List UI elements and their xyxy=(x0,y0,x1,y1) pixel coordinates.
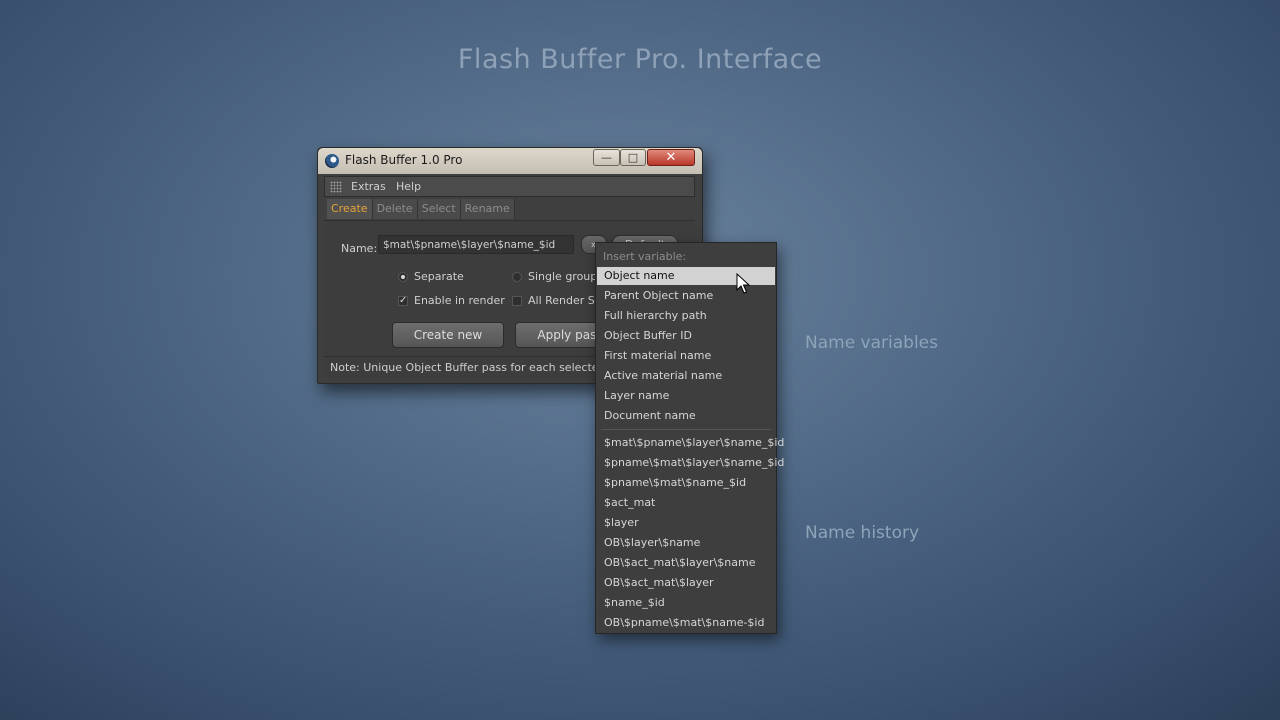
maximize-button[interactable]: □ xyxy=(620,149,646,166)
mouse-pointer-icon xyxy=(736,273,750,294)
separate-label: Separate xyxy=(414,270,464,283)
option-single-group[interactable]: Single group xyxy=(512,270,597,283)
single-group-radio[interactable] xyxy=(512,271,522,282)
cinema4d-logo-icon xyxy=(325,154,339,168)
close-button[interactable]: ✕ xyxy=(647,149,695,166)
menu-separator xyxy=(601,429,771,430)
page-headline: Flash Buffer Pro. Interface xyxy=(457,44,823,75)
single-group-label: Single group xyxy=(528,270,598,283)
tab-create[interactable]: Create xyxy=(327,199,373,219)
enable-in-render-label: Enable in render xyxy=(414,294,505,307)
history-item[interactable]: $mat\$pname\$layer\$name_$id xyxy=(597,434,784,452)
menu-item-layer-name[interactable]: Layer name xyxy=(597,387,775,405)
label-name-history: Name history xyxy=(805,523,920,543)
menu-help[interactable]: Help xyxy=(396,180,421,193)
menu-item-full-hierarchy-path[interactable]: Full hierarchy path xyxy=(597,307,775,325)
option-enable-in-render[interactable]: ✓ Enable in render xyxy=(398,294,505,307)
window-titlebar[interactable]: Flash Buffer 1.0 Pro — □ ✕ xyxy=(318,148,702,174)
menu-item-active-material-name[interactable]: Active material name xyxy=(597,367,775,385)
tab-select[interactable]: Select xyxy=(417,199,461,219)
menu-item-document-name[interactable]: Document name xyxy=(597,407,775,425)
window-title: Flash Buffer 1.0 Pro xyxy=(345,153,463,167)
menu-header: Insert variable: xyxy=(603,250,687,263)
menu-extras[interactable]: Extras xyxy=(351,180,386,193)
history-item[interactable]: OB\$layer\$name xyxy=(597,534,775,552)
history-item[interactable]: OB\$act_mat\$layer\$name xyxy=(597,554,775,572)
grip-icon[interactable] xyxy=(330,181,342,193)
menu-item-object-buffer-id[interactable]: Object Buffer ID xyxy=(597,327,775,345)
enable-in-render-checkbox[interactable]: ✓ xyxy=(398,295,408,306)
create-new-button[interactable]: Create new xyxy=(392,322,504,348)
option-separate[interactable]: Separate xyxy=(398,270,464,283)
menu-bar: Extras Help xyxy=(324,176,695,197)
tab-bar: Create Delete Select Rename xyxy=(327,199,515,219)
history-item[interactable]: $layer xyxy=(597,514,775,532)
menu-item-first-material-name[interactable]: First material name xyxy=(597,347,775,365)
label-name-variables: Name variables xyxy=(805,333,938,353)
history-item[interactable]: $act_mat xyxy=(597,494,775,512)
minimize-button[interactable]: — xyxy=(593,149,620,166)
name-input[interactable] xyxy=(378,235,574,254)
history-item[interactable]: OB\$act_mat\$layer xyxy=(597,574,775,592)
tab-rename[interactable]: Rename xyxy=(460,199,515,219)
history-item[interactable]: $name_$id xyxy=(597,594,775,612)
history-item[interactable]: OB\$pname\$mat\$name-$id xyxy=(597,614,775,632)
all-render-settings-checkbox[interactable] xyxy=(512,295,522,306)
tab-delete[interactable]: Delete xyxy=(372,199,418,219)
separate-radio[interactable] xyxy=(398,271,408,282)
name-label: Name: xyxy=(341,242,378,255)
history-item[interactable]: $pname\$mat\$name_$id xyxy=(597,474,775,492)
insert-variable-menu: Insert variable: Object name Parent Obje… xyxy=(595,242,784,634)
history-item[interactable]: $pname\$mat\$layer\$name_$id xyxy=(597,454,784,472)
